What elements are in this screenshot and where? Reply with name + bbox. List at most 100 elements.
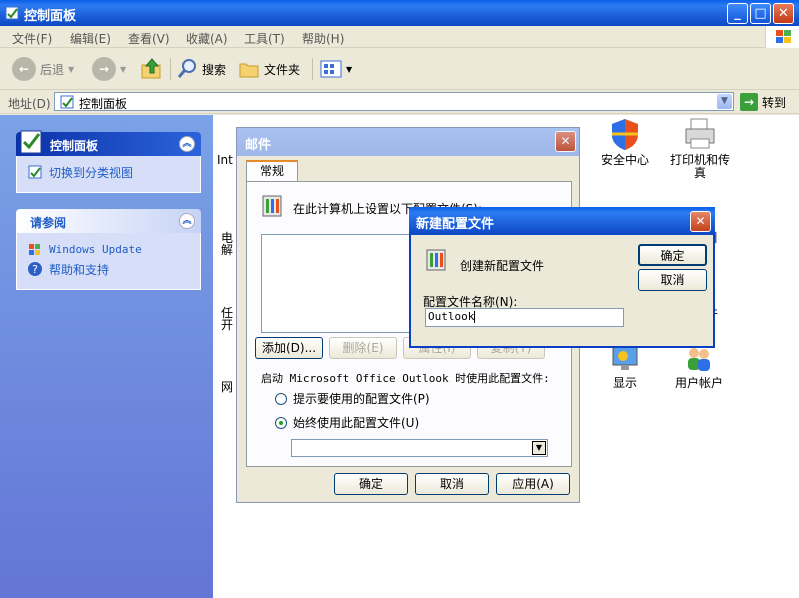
display-item[interactable]: 显示	[595, 344, 655, 390]
go-label: 转到	[762, 95, 787, 110]
switch-category-view-link[interactable]: 切换到分类视图	[27, 164, 190, 180]
see-also-title: 请参阅	[30, 216, 67, 230]
mail-close-button[interactable]: ✕	[555, 131, 576, 152]
folder-icon	[239, 63, 259, 78]
views-icon	[320, 60, 342, 78]
address-dropdown-icon[interactable]: ▼	[717, 94, 732, 109]
collapse-chevron-icon[interactable]: ︽	[179, 213, 195, 229]
forward-dropdown-icon[interactable]: ▼	[120, 65, 126, 74]
windows-update-link[interactable]: Windows Update	[27, 241, 190, 257]
new-profile-cancel-button[interactable]: 取消	[638, 269, 707, 291]
mail-ok-button[interactable]: 确定	[334, 473, 408, 495]
menu-view[interactable]: 查看(V)	[128, 30, 170, 47]
forward-button[interactable]: → ▼	[92, 56, 126, 82]
always-use-profile-radio[interactable]: 始终使用此配置文件(U)	[275, 414, 419, 431]
mail-dialog-title: 邮件	[245, 138, 272, 153]
radio-checked	[275, 416, 287, 429]
new-profile-ok-button[interactable]: 确定	[638, 244, 707, 266]
new-profile-close-button[interactable]: ✕	[690, 211, 711, 232]
svg-text:?: ?	[32, 263, 38, 276]
go-button[interactable]: → 转到	[740, 93, 786, 111]
security-center-item[interactable]: 安全中心	[595, 117, 655, 167]
printers-faxes-item[interactable]: 打印机和传真	[665, 117, 735, 180]
search-label: 搜索	[202, 62, 227, 77]
toolbar-separator	[170, 58, 171, 80]
search-button[interactable]: 搜索	[176, 56, 226, 82]
profile-select[interactable]: ▼	[291, 439, 548, 457]
address-label: 地址(D)	[8, 97, 51, 111]
maximize-button[interactable]: □	[750, 3, 771, 24]
control-panel-small-icon	[59, 94, 75, 113]
back-dropdown-icon[interactable]: ▼	[68, 65, 74, 74]
category-view-icon	[28, 165, 42, 179]
users-icon	[688, 348, 710, 371]
minimize-button[interactable]: _	[727, 3, 748, 24]
mail-apply-button[interactable]: 应用(A)	[496, 473, 570, 495]
control-panel-section-body: 切换到分类视图	[16, 156, 201, 193]
go-arrow-icon: →	[740, 93, 758, 111]
folders-label: 文件夹	[264, 62, 301, 77]
prompt-profile-radio[interactable]: 提示要使用的配置文件(P)	[275, 390, 430, 407]
user-accounts-item[interactable]: 用户帐户	[669, 344, 729, 390]
menu-favorites[interactable]: 收藏(A)	[186, 30, 228, 47]
forward-arrow-icon: →	[92, 57, 116, 81]
windows-flag-icon	[765, 26, 799, 48]
partial-item-label[interactable]: 开	[221, 316, 233, 333]
new-profile-title-bar[interactable]: 新建配置文件 ✕	[409, 207, 715, 235]
menu-edit[interactable]: 编辑(E)	[70, 30, 111, 47]
control-panel-large-icon	[18, 128, 46, 159]
partial-item-label[interactable]: 网	[221, 378, 233, 395]
see-also-section-body: Windows Update ? 帮助和支持	[16, 233, 201, 290]
tab-general[interactable]: 常规	[246, 160, 298, 182]
always-use-profile-label: 始终使用此配置文件(U)	[293, 416, 420, 430]
control-panel-icon	[4, 5, 20, 24]
help-icon: ?	[28, 262, 42, 276]
menu-tools[interactable]: 工具(T)	[244, 30, 285, 47]
mail-cancel-button[interactable]: 取消	[415, 473, 489, 495]
control-panel-section-title: 控制面板	[50, 139, 99, 153]
up-folder-icon	[141, 58, 161, 79]
toolbar-separator	[312, 58, 313, 80]
select-dropdown-icon[interactable]: ▼	[532, 441, 546, 455]
startup-profile-label: 启动 Microsoft Office Outlook 时使用此配置文件:	[261, 372, 550, 385]
printer-icon	[685, 118, 715, 149]
task-pane: 控制面板 ︽ 切换到分类视图 请参阅 ︽ Windows Update ? 帮助…	[0, 115, 213, 598]
profile-name-input[interactable]: Outlook	[425, 308, 624, 327]
toolbar: ← 后退 ▼ → ▼ 搜索 文件夹 ▼	[0, 48, 799, 90]
menu-bar: 文件(F) 编辑(E) 查看(V) 收藏(A) 工具(T) 帮助(H)	[0, 26, 799, 48]
partial-item-label[interactable]: 解	[221, 241, 233, 258]
see-also-section: 请参阅 ︽ Windows Update ? 帮助和支持	[16, 209, 201, 290]
windows-update-icon	[29, 244, 40, 255]
search-icon	[177, 59, 196, 78]
folders-button[interactable]: 文件夹	[238, 56, 300, 82]
back-label: 后退	[40, 62, 65, 77]
remove-profile-button[interactable]: 删除(E)	[329, 337, 397, 359]
control-panel-section-header[interactable]: 控制面板 ︽	[16, 130, 201, 156]
views-button[interactable]: ▼	[320, 56, 352, 82]
shield-icon	[612, 119, 638, 150]
new-profile-heading: 创建新配置文件	[460, 259, 545, 273]
radio-unchecked	[275, 392, 287, 405]
mail-dialog-title-bar[interactable]: 邮件 ✕	[237, 128, 579, 156]
up-folder-button[interactable]	[140, 56, 164, 82]
menu-help[interactable]: 帮助(H)	[302, 30, 344, 47]
title-bar[interactable]: 控制面板 _ □ ✕	[0, 0, 799, 26]
add-profile-button[interactable]: 添加(D)...	[255, 337, 323, 359]
address-value: 控制面板	[79, 97, 128, 111]
new-profile-icon	[421, 245, 451, 278]
partial-item-label[interactable]: Int	[217, 153, 233, 167]
back-button[interactable]: ← 后退 ▼	[12, 56, 74, 82]
close-button[interactable]: ✕	[773, 3, 794, 24]
back-arrow-icon: ←	[12, 57, 36, 81]
views-dropdown-icon: ▼	[346, 64, 353, 74]
collapse-chevron-icon[interactable]: ︽	[179, 136, 195, 152]
see-also-section-header[interactable]: 请参阅 ︽	[16, 209, 201, 233]
printers-faxes-label: 打印机和传真	[669, 153, 730, 180]
windows-update-label: Windows Update	[49, 242, 142, 256]
control-panel-section: 控制面板 ︽ 切换到分类视图	[16, 130, 201, 193]
menu-file[interactable]: 文件(F)	[12, 30, 52, 47]
switch-category-view-label: 切换到分类视图	[49, 165, 134, 180]
prompt-profile-label: 提示要使用的配置文件(P)	[293, 392, 430, 406]
help-support-link[interactable]: ? 帮助和支持	[27, 261, 190, 277]
address-input[interactable]: 控制面板 ▼	[54, 92, 734, 111]
